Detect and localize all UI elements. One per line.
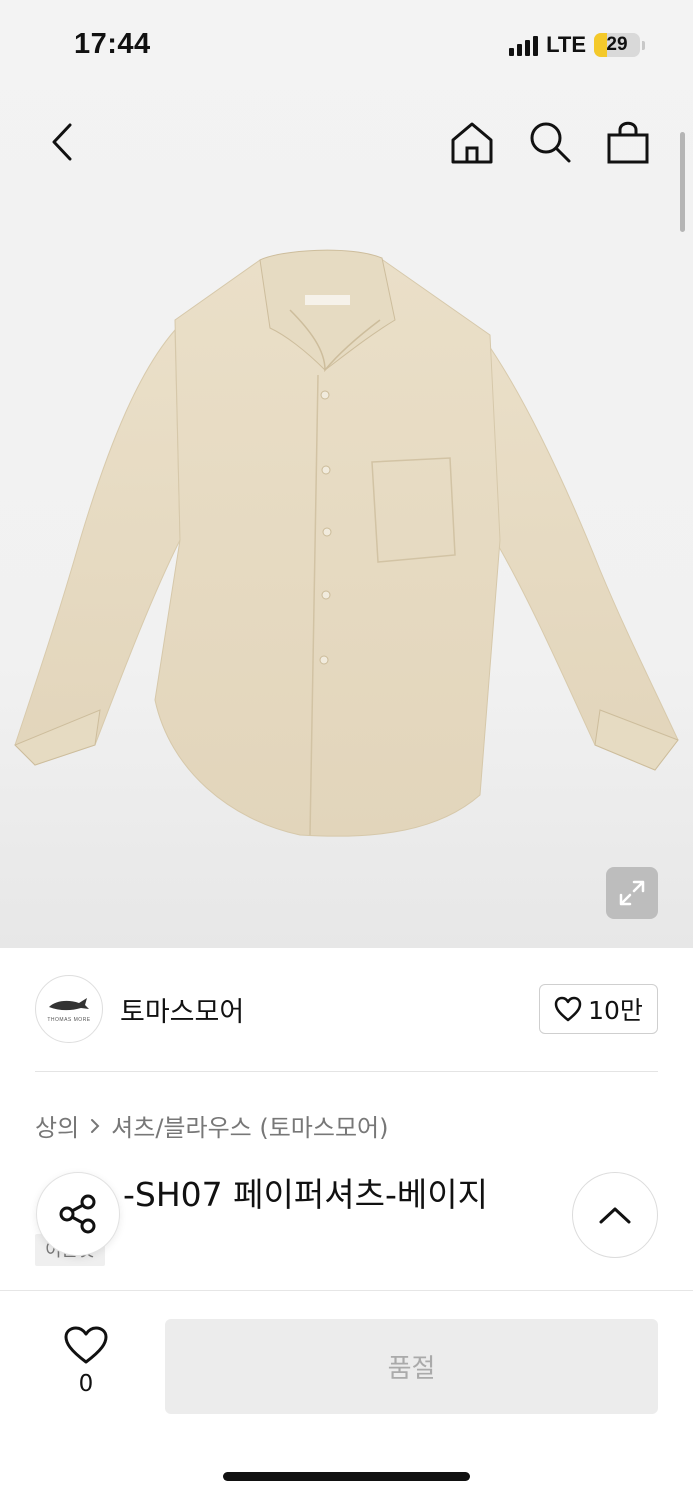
share-icon xyxy=(59,1194,96,1234)
soldout-button[interactable]: 품절 xyxy=(165,1319,658,1414)
cart-button[interactable] xyxy=(598,110,658,174)
home-button[interactable] xyxy=(442,110,502,174)
shopping-bag-icon xyxy=(607,121,649,164)
home-indicator[interactable] xyxy=(223,1472,470,1481)
search-icon xyxy=(530,122,571,163)
status-indicators: LTE 29 xyxy=(509,32,645,58)
shirt-image xyxy=(14,249,679,837)
breadcrumb: 상의 셔츠/블라우스 (토마스모어) xyxy=(35,1108,389,1143)
brand-name[interactable]: 토마스모어 xyxy=(120,990,244,1029)
status-time: 17:44 xyxy=(74,28,151,60)
chevron-up-icon xyxy=(599,1207,631,1224)
signal-icon xyxy=(509,34,539,56)
share-button[interactable] xyxy=(36,1172,120,1256)
back-icon xyxy=(52,123,72,161)
wishlist-count: 0 xyxy=(78,1371,94,1397)
brand-logo-text: THOMAS MORE xyxy=(47,1017,91,1023)
heart-icon xyxy=(554,996,582,1022)
network-type: LTE xyxy=(546,32,586,57)
battery-fill xyxy=(594,33,608,57)
brand-logo[interactable]: THOMAS MORE xyxy=(35,975,103,1043)
scrollbar[interactable] xyxy=(680,132,685,232)
status-bar: 17:44 LTE 29 xyxy=(0,0,693,90)
search-button[interactable] xyxy=(520,110,580,174)
expand-icon xyxy=(619,880,645,906)
divider xyxy=(35,1071,658,1072)
whale-logo-icon xyxy=(49,998,89,1011)
top-nav xyxy=(0,100,693,190)
brand-like-button[interactable]: 10만 xyxy=(539,984,658,1034)
battery-nub xyxy=(642,40,645,50)
heart-icon xyxy=(64,1326,108,1364)
wishlist-button[interactable]: 0 xyxy=(56,1325,116,1397)
brand-row: THOMAS MORE 토마스모어 10만 xyxy=(0,948,693,1071)
scroll-top-button[interactable] xyxy=(572,1172,658,1258)
breadcrumb-subcategory[interactable]: 셔츠/블라우스 (토마스모어) xyxy=(111,1108,388,1143)
brand-like-count: 10만 xyxy=(588,996,643,1025)
expand-image-button[interactable] xyxy=(606,867,658,919)
home-icon xyxy=(451,122,493,164)
breadcrumb-category[interactable]: 상의 xyxy=(35,1108,79,1143)
battery-icon: 29 xyxy=(594,33,640,57)
bottom-action-bar: 0 품절 xyxy=(0,1290,693,1500)
battery-level: 29 xyxy=(606,34,628,55)
back-button[interactable] xyxy=(32,110,92,174)
chevron-right-icon xyxy=(91,1118,100,1133)
